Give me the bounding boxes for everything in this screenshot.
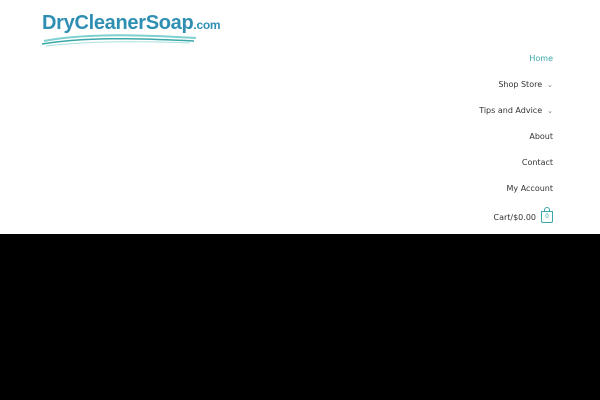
hero-black-band bbox=[0, 234, 600, 400]
shopping-bag-icon: 0 bbox=[541, 207, 553, 223]
nav-item-shop-store[interactable]: Shop Store ⌄ bbox=[498, 75, 553, 101]
nav-item-tips-and-advice[interactable]: Tips and Advice ⌄ bbox=[479, 101, 553, 127]
nav-item-label: Contact bbox=[521, 158, 553, 167]
nav-item-label: About bbox=[529, 132, 553, 141]
site-logo[interactable]: DryCleanerSoap.com bbox=[40, 10, 221, 50]
site-header: DryCleanerSoap.com Home Shop Store ⌄ Tip… bbox=[0, 0, 600, 234]
logo-waves-icon bbox=[41, 34, 197, 47]
chevron-down-icon: ⌄ bbox=[547, 107, 553, 115]
cart-link[interactable]: Cart/$0.00 0 bbox=[493, 204, 553, 230]
nav-item-contact[interactable]: Contact bbox=[522, 153, 553, 179]
nav-item-label: Tips and Advice bbox=[479, 106, 543, 115]
nav-item-label: Home bbox=[529, 54, 553, 63]
nav-item-about[interactable]: About bbox=[529, 127, 553, 153]
main-nav: Home Shop Store ⌄ Tips and Advice ⌄ Abou… bbox=[479, 49, 553, 230]
cart-total: Cart/$0.00 bbox=[493, 212, 536, 222]
nav-item-label: Shop Store bbox=[498, 80, 543, 89]
cart-count: 0 bbox=[545, 213, 549, 220]
nav-item-label: My Account bbox=[506, 184, 553, 193]
nav-item-my-account[interactable]: My Account bbox=[507, 179, 553, 205]
nav-item-home[interactable]: Home bbox=[529, 49, 553, 75]
chevron-down-icon: ⌄ bbox=[547, 81, 553, 89]
